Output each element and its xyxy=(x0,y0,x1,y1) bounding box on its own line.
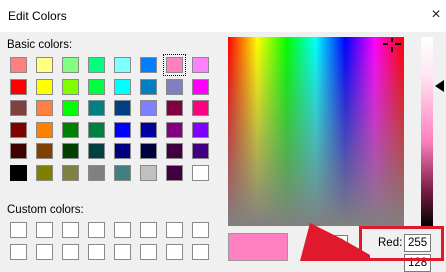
basic-color-swatch[interactable] xyxy=(140,122,157,138)
basic-color-swatch[interactable] xyxy=(192,143,209,159)
basic-colors-label: Basic colors: xyxy=(7,39,73,51)
custom-color-swatch[interactable] xyxy=(36,244,53,260)
basic-color-swatch[interactable] xyxy=(88,79,105,95)
custom-color-swatch[interactable] xyxy=(10,244,27,260)
custom-color-swatch[interactable] xyxy=(88,222,105,238)
basic-color-swatch[interactable] xyxy=(62,165,79,181)
basic-color-swatch[interactable] xyxy=(62,100,79,116)
lum-input[interactable] xyxy=(318,235,348,253)
custom-color-swatch[interactable] xyxy=(140,222,157,238)
custom-color-swatch[interactable] xyxy=(192,244,209,260)
basic-color-swatch[interactable] xyxy=(62,122,79,138)
basic-color-swatch[interactable] xyxy=(114,143,131,159)
custom-color-swatch[interactable] xyxy=(62,244,79,260)
basic-color-swatch[interactable] xyxy=(166,79,183,95)
title-bar: Edit Colors × xyxy=(0,0,446,32)
basic-color-swatch[interactable] xyxy=(36,100,53,116)
color-preview xyxy=(228,233,288,261)
custom-color-swatch[interactable] xyxy=(10,222,27,238)
luminosity-bar[interactable] xyxy=(421,37,433,226)
basic-color-swatch[interactable] xyxy=(166,165,183,181)
custom-colors-label: Custom colors: xyxy=(7,204,84,216)
basic-color-swatch[interactable] xyxy=(10,57,27,73)
basic-color-swatch[interactable] xyxy=(140,165,157,181)
basic-color-swatch[interactable] xyxy=(166,122,183,138)
basic-color-swatch[interactable] xyxy=(114,122,131,138)
basic-color-swatch[interactable] xyxy=(88,143,105,159)
color-spectrum[interactable] xyxy=(228,37,404,226)
basic-color-swatch[interactable] xyxy=(36,122,53,138)
basic-color-swatch[interactable] xyxy=(62,143,79,159)
basic-color-swatch[interactable] xyxy=(140,57,157,73)
basic-color-swatch[interactable] xyxy=(140,143,157,159)
custom-color-swatch[interactable] xyxy=(114,222,131,238)
basic-color-swatch[interactable] xyxy=(140,79,157,95)
red-input[interactable] xyxy=(404,234,431,252)
basic-color-swatch[interactable] xyxy=(166,100,183,116)
basic-color-swatch[interactable] xyxy=(192,57,209,73)
basic-color-swatch[interactable] xyxy=(163,54,186,76)
basic-color-swatch[interactable] xyxy=(192,165,209,181)
basic-color-swatch[interactable] xyxy=(36,165,53,181)
custom-color-swatch[interactable] xyxy=(192,222,209,238)
basic-color-swatch[interactable] xyxy=(192,100,209,116)
basic-color-swatch[interactable] xyxy=(10,122,27,138)
basic-color-swatch[interactable] xyxy=(10,165,27,181)
basic-color-swatch[interactable] xyxy=(192,79,209,95)
custom-color-swatch[interactable] xyxy=(36,222,53,238)
basic-color-swatch[interactable] xyxy=(62,57,79,73)
basic-color-swatch[interactable] xyxy=(10,143,27,159)
basic-color-swatch[interactable] xyxy=(88,122,105,138)
basic-color-swatch[interactable] xyxy=(62,79,79,95)
custom-color-swatch[interactable] xyxy=(166,222,183,238)
basic-color-swatch[interactable] xyxy=(36,57,53,73)
basic-color-swatch[interactable] xyxy=(10,100,27,116)
red-label: Red: xyxy=(378,237,403,249)
basic-color-swatch[interactable] xyxy=(88,165,105,181)
basic-color-swatch[interactable] xyxy=(88,57,105,73)
custom-color-swatch[interactable] xyxy=(62,222,79,238)
basic-color-swatch[interactable] xyxy=(114,79,131,95)
basic-color-swatch[interactable] xyxy=(10,79,27,95)
basic-color-swatch[interactable] xyxy=(36,143,53,159)
custom-color-swatch[interactable] xyxy=(140,244,157,260)
dialog-title: Edit Colors xyxy=(8,9,67,23)
basic-color-swatch[interactable] xyxy=(114,100,131,116)
crosshair-icon xyxy=(383,38,401,52)
green-input[interactable] xyxy=(404,254,431,272)
basic-color-swatch[interactable] xyxy=(114,165,131,181)
basic-color-swatch[interactable] xyxy=(88,100,105,116)
basic-color-swatch[interactable] xyxy=(192,122,209,138)
basic-color-swatch[interactable] xyxy=(114,57,131,73)
basic-color-swatch[interactable] xyxy=(140,100,157,116)
close-icon[interactable]: × xyxy=(426,4,446,26)
custom-color-swatch[interactable] xyxy=(114,244,131,260)
luminosity-arrow-icon[interactable] xyxy=(435,80,444,92)
custom-color-swatch[interactable] xyxy=(88,244,105,260)
basic-color-swatch[interactable] xyxy=(36,79,53,95)
custom-color-swatch[interactable] xyxy=(166,244,183,260)
basic-color-swatch[interactable] xyxy=(166,143,183,159)
